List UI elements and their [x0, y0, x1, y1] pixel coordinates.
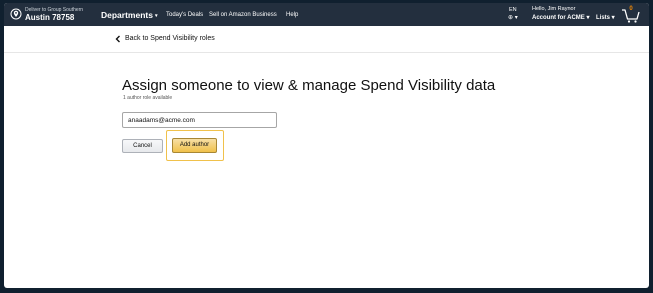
deliver-to-location: Austin 78758	[25, 13, 75, 22]
add-author-button[interactable]: Add author	[172, 138, 217, 153]
back-to-roles-link[interactable]: Back to Spend Visibility roles	[125, 35, 215, 42]
top-navigation-bar: Deliver to Group Southern Austin 78758 D…	[4, 3, 649, 26]
nav-link-todays-deals[interactable]: Today's Deals	[166, 12, 203, 18]
nav-link-sell-on-amazon-business[interactable]: Sell on Amazon Business	[209, 12, 277, 18]
globe-icon: ⊕ ▾	[508, 15, 518, 21]
nav-link-help[interactable]: Help	[286, 12, 298, 18]
departments-label: Departments	[101, 10, 153, 20]
departments-menu[interactable]: Departments ▾	[101, 10, 157, 20]
cancel-button[interactable]: Cancel	[122, 139, 163, 153]
page-title: Assign someone to view & manage Spend Vi…	[122, 77, 496, 94]
cart-count: 0	[629, 6, 633, 12]
email-input[interactable]	[122, 112, 277, 128]
account-greeting: Hello, Jim Raynor	[532, 6, 576, 12]
language-label: EN	[509, 7, 517, 13]
chevron-left-icon[interactable]	[114, 35, 122, 43]
location-pin-icon	[10, 8, 22, 20]
available-roles-note: 1 author role available	[123, 95, 173, 101]
account-label-text: Account for ACME	[532, 15, 585, 21]
chevron-down-icon: ▾	[154, 12, 158, 19]
back-navigation-bar	[4, 26, 649, 53]
account-label: Account for ACME ▾	[532, 15, 590, 21]
lists-label: Lists	[596, 15, 611, 21]
lists-menu[interactable]: Lists ▾	[596, 14, 615, 21]
browser-frame: Deliver to Group Southern Austin 78758 D…	[4, 3, 649, 288]
